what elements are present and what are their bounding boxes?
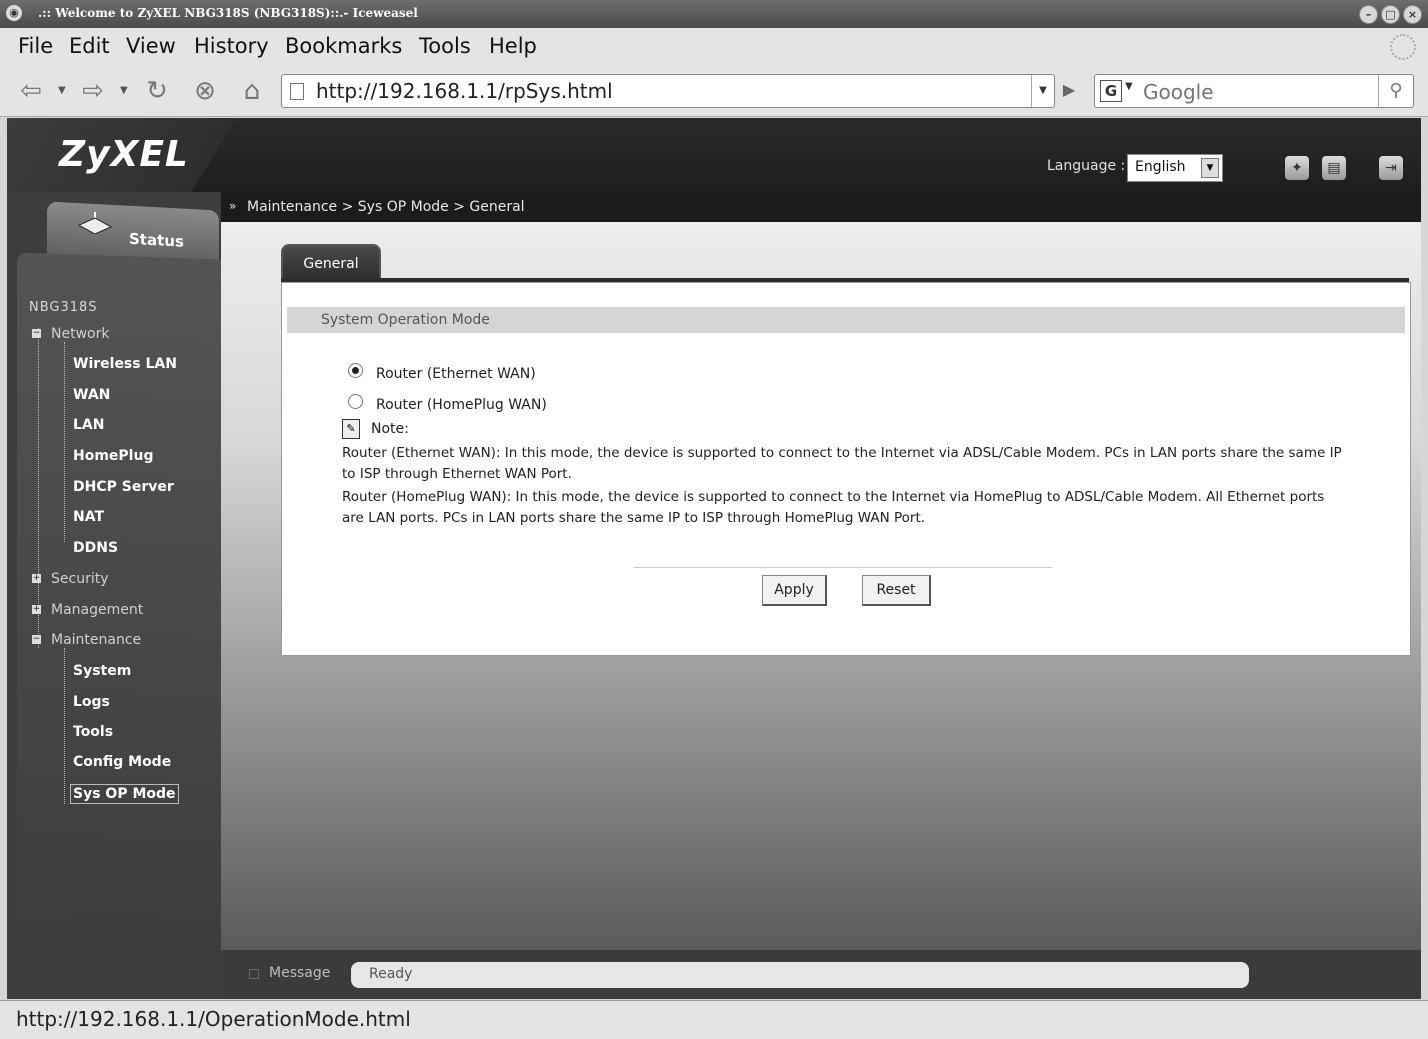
tree-node-network[interactable]: − Network xyxy=(32,326,109,342)
page-viewport: ZyXEL Language : English ▼ ✦ ▤ ⇥ Status … xyxy=(7,118,1421,999)
main-content: General System Operation Mode Router (Et… xyxy=(221,222,1421,950)
sidebar-item-sys-op-mode[interactable]: Sys OP Mode xyxy=(70,784,179,804)
sidebar: Status NBG318S − Network Wireless LAN WA… xyxy=(7,192,221,999)
radio-button[interactable] xyxy=(348,363,363,378)
forward-dropdown-icon[interactable]: ▼ xyxy=(120,76,128,106)
status-tab-label: Status xyxy=(129,229,184,251)
language-value: English xyxy=(1135,159,1186,175)
content-panel: System Operation Mode Router (Ethernet W… xyxy=(281,282,1411,656)
menu-help[interactable]: Help xyxy=(489,34,537,58)
breadcrumb: » Maintenance > Sys OP Mode > General xyxy=(221,192,1421,222)
breadcrumb-text: Maintenance > Sys OP Mode > General xyxy=(247,199,525,215)
breadcrumb-arrow-icon: » xyxy=(229,199,237,213)
message-field: Ready xyxy=(351,962,1249,988)
sidebar-item-ddns[interactable]: DDNS xyxy=(73,540,118,556)
reload-icon[interactable]: ↻ xyxy=(140,76,174,106)
sidebar-item-system[interactable]: System xyxy=(73,663,131,679)
sidebar-item-config-mode[interactable]: Config Mode xyxy=(73,754,171,770)
sidebar-panel xyxy=(17,252,221,920)
page-icon xyxy=(290,83,304,100)
collapse-icon[interactable]: − xyxy=(32,635,41,644)
tree-line-network xyxy=(64,342,65,542)
language-select[interactable]: English ▼ xyxy=(1127,154,1223,182)
browser-icon: ◉ xyxy=(6,5,22,21)
search-icon[interactable]: ⚲ xyxy=(1378,75,1413,107)
search-input[interactable] xyxy=(1141,78,1373,106)
tree-line xyxy=(38,328,39,648)
url-input[interactable] xyxy=(314,77,1018,105)
message-bar: Message Ready xyxy=(221,950,1421,999)
sidebar-item-homeplug[interactable]: HomePlug xyxy=(73,448,153,464)
search-bar[interactable]: G ▼ ⚲ xyxy=(1094,74,1414,108)
zyxel-logo: ZyXEL xyxy=(59,134,189,175)
menu-tools[interactable]: Tools xyxy=(419,34,471,58)
close-icon[interactable]: × xyxy=(1403,5,1422,24)
menu-file[interactable]: File xyxy=(18,34,53,58)
menu-view[interactable]: View xyxy=(126,34,176,58)
home-icon[interactable]: ⌂ xyxy=(235,76,269,106)
sidebar-item-wireless-lan[interactable]: Wireless LAN xyxy=(73,356,177,372)
sidebar-item-dhcp-server[interactable]: DHCP Server xyxy=(73,479,174,495)
tree-line-maintenance xyxy=(64,648,65,804)
radio-label: Router (HomePlug WAN) xyxy=(376,397,547,413)
status-url: http://192.168.1.1/OperationMode.html xyxy=(16,1007,411,1031)
sidebar-item-logs[interactable]: Logs xyxy=(73,694,110,710)
message-icon xyxy=(249,969,259,979)
maximize-icon[interactable]: □ xyxy=(1381,5,1400,24)
search-engine-dropdown-icon[interactable]: ▼ xyxy=(1125,81,1133,92)
help-icon[interactable]: ▤ xyxy=(1322,156,1346,180)
router-icon xyxy=(77,211,113,235)
url-dropdown-icon[interactable]: ▼ xyxy=(1031,75,1054,107)
window-title: .:: Welcome to ZyXEL NBG318S (NBG318S)::… xyxy=(38,6,418,20)
divider xyxy=(634,567,1052,568)
zyxel-header: ZyXEL Language : English ▼ ✦ ▤ ⇥ xyxy=(7,118,1421,192)
minimize-icon[interactable]: – xyxy=(1359,5,1378,24)
sidebar-item-tools[interactable]: Tools xyxy=(73,724,113,740)
menu-edit[interactable]: Edit xyxy=(69,34,110,58)
tree-node-security[interactable]: + Security xyxy=(32,571,109,587)
back-dropdown-icon[interactable]: ▼ xyxy=(58,76,66,106)
url-bar[interactable]: ▼ xyxy=(281,74,1055,108)
search-engine-icon[interactable]: G xyxy=(1100,80,1122,102)
radio-label: Router (Ethernet WAN) xyxy=(376,366,536,382)
section-title: System Operation Mode xyxy=(321,312,490,328)
note-homeplug-wan: Router (HomePlug WAN): In this mode, the… xyxy=(342,489,1325,526)
logout-icon[interactable]: ⇥ xyxy=(1379,156,1403,180)
expand-icon[interactable]: + xyxy=(32,605,41,614)
section-header: System Operation Mode xyxy=(287,307,1405,333)
radio-button[interactable] xyxy=(348,394,363,409)
forward-icon[interactable]: ⇨ xyxy=(76,76,110,106)
tree-node-maintenance[interactable]: − Maintenance xyxy=(32,632,141,648)
sidebar-item-nat[interactable]: NAT xyxy=(73,509,104,525)
menu-bookmarks[interactable]: Bookmarks xyxy=(285,34,402,58)
browser-status-bar: http://192.168.1.1/OperationMode.html xyxy=(0,1000,1428,1039)
navigation-toolbar: ⇦ ▼ ⇨ ▼ ↻ ⊗ ⌂ ▼ ▶ G ▼ ⚲ xyxy=(0,64,1428,117)
sidebar-item-wan[interactable]: WAN xyxy=(73,387,110,403)
message-label: Message xyxy=(269,965,331,981)
tree-node-management[interactable]: + Management xyxy=(32,602,143,618)
window-titlebar: ◉ .:: Welcome to ZyXEL NBG318S (NBG318S)… xyxy=(0,0,1428,28)
stop-icon[interactable]: ⊗ xyxy=(188,76,222,106)
menu-bar: File Edit View History Bookmarks Tools H… xyxy=(0,28,1428,64)
note-icon: ✎ xyxy=(342,419,360,439)
language-label: Language : xyxy=(1047,158,1126,174)
expand-icon[interactable]: + xyxy=(32,574,41,583)
sidebar-item-lan[interactable]: LAN xyxy=(73,417,104,433)
throbber-icon xyxy=(1390,34,1416,60)
note-ethernet-wan: Router (Ethernet WAN): In this mode, the… xyxy=(342,445,1342,482)
chevron-down-icon[interactable]: ▼ xyxy=(1201,158,1219,178)
go-icon[interactable]: ▶ xyxy=(1056,76,1082,104)
wizard-icon[interactable]: ✦ xyxy=(1285,156,1309,180)
note-label: Note: xyxy=(371,421,409,437)
collapse-icon[interactable]: − xyxy=(32,329,41,338)
reset-button[interactable]: Reset xyxy=(862,575,931,606)
back-icon[interactable]: ⇦ xyxy=(14,76,48,106)
device-name: NBG318S xyxy=(29,300,98,315)
menu-history[interactable]: History xyxy=(194,34,269,58)
message-value: Ready xyxy=(369,966,413,982)
apply-button[interactable]: Apply xyxy=(762,575,827,606)
